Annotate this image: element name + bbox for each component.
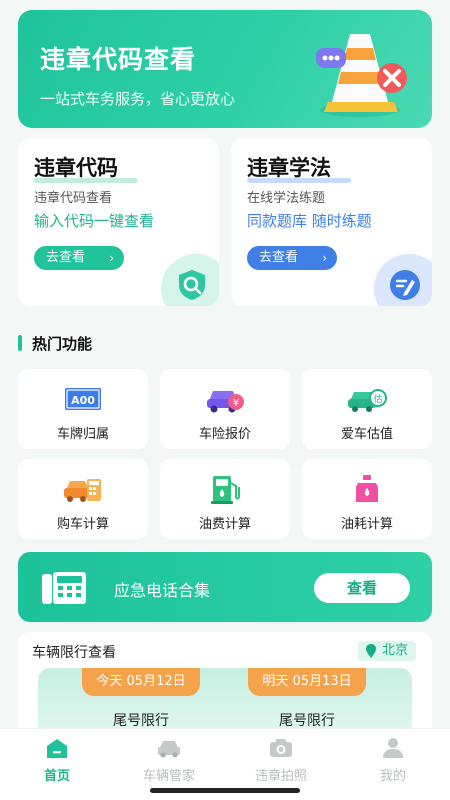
emergency-view-button[interactable]: 查看	[314, 573, 410, 603]
section-accent-bar	[18, 335, 22, 351]
car-calculator-icon	[64, 479, 101, 502]
tab-vehicle-manager[interactable]: 车辆管家	[124, 737, 214, 784]
tomorrow-restriction-label: 尾号限行	[279, 713, 335, 729]
emergency-label: 应急电话合集	[114, 581, 211, 600]
tile-purchase-calc[interactable]: 购车计算	[18, 459, 148, 539]
home-icon	[47, 739, 67, 758]
view-study-button[interactable]: 去查看 ›	[247, 246, 337, 270]
card-title: 违章学法	[247, 156, 331, 180]
svg-text:¥: ¥	[233, 398, 239, 409]
card-desc: 同款题库 随时练题	[247, 212, 372, 230]
traffic-cone-icon	[316, 34, 407, 117]
tile-car-valuation[interactable]: 估 爱车估值	[302, 369, 432, 449]
hero-banner[interactable]: 违章代码查看 一站式车务服务，省心更放心	[18, 10, 432, 128]
svg-text:A00: A00	[71, 394, 95, 407]
card-subtitle: 在线学法练题	[247, 191, 326, 206]
camera-icon	[270, 739, 292, 757]
restriction-title: 车辆限行查看	[32, 645, 116, 661]
shield-search-icon	[179, 270, 205, 300]
tile-car-insurance[interactable]: ¥ 车险报价	[160, 369, 290, 449]
today-date-tag: 今天 05月12日	[82, 668, 200, 696]
view-code-button[interactable]: 去查看 ›	[34, 246, 124, 270]
tile-fuel-cost[interactable]: 油费计算	[160, 459, 290, 539]
tab-profile[interactable]: 我的	[348, 737, 438, 784]
pen-note-icon	[390, 270, 420, 300]
license-plate-icon: A00	[65, 388, 101, 410]
location-pin-icon	[365, 644, 376, 658]
tab-home[interactable]: 首页	[12, 737, 102, 784]
card-subtitle: 违章代码查看	[34, 191, 113, 206]
card-desc: 输入代码一键查看	[34, 212, 155, 230]
svg-text:估: 估	[373, 393, 382, 405]
vehicle-restriction-panel: 车辆限行查看 北京 今天 05月12日 明天 05月13日 尾号限行 尾号限行	[18, 632, 432, 742]
violation-study-card[interactable]: 违章学法 在线学法练题 同款题库 随时练题 去查看 ›	[231, 138, 432, 306]
hot-functions-title: 热门功能	[32, 335, 93, 353]
hero-title: 违章代码查看	[40, 45, 197, 74]
emergency-phone-banner[interactable]: 应急电话合集 查看	[18, 552, 432, 622]
city-name: 北京	[381, 643, 408, 658]
home-indicator	[150, 788, 300, 793]
car-icon	[158, 741, 180, 758]
telephone-icon	[42, 572, 86, 604]
fuel-pump-icon	[211, 476, 240, 504]
card-title: 违章代码	[34, 156, 118, 180]
user-icon	[383, 738, 403, 758]
car-insurance-icon: ¥	[207, 391, 244, 413]
city-selector[interactable]: 北京	[357, 641, 416, 661]
tomorrow-date-tag: 明天 05月13日	[248, 668, 366, 696]
car-valuation-icon: 估	[348, 389, 387, 412]
tile-fuel-consumption[interactable]: 油耗计算	[302, 459, 432, 539]
violation-code-card[interactable]: 违章代码 违章代码查看 输入代码一键查看 去查看 ›	[18, 138, 219, 306]
tile-plate-origin[interactable]: A00 车牌归属	[18, 369, 148, 449]
hero-subtitle: 一站式车务服务，省心更放心	[40, 90, 236, 108]
tab-violation-photo[interactable]: 违章拍照	[236, 737, 326, 784]
oil-bottle-icon	[356, 475, 378, 502]
today-restriction-label: 尾号限行	[113, 713, 169, 729]
